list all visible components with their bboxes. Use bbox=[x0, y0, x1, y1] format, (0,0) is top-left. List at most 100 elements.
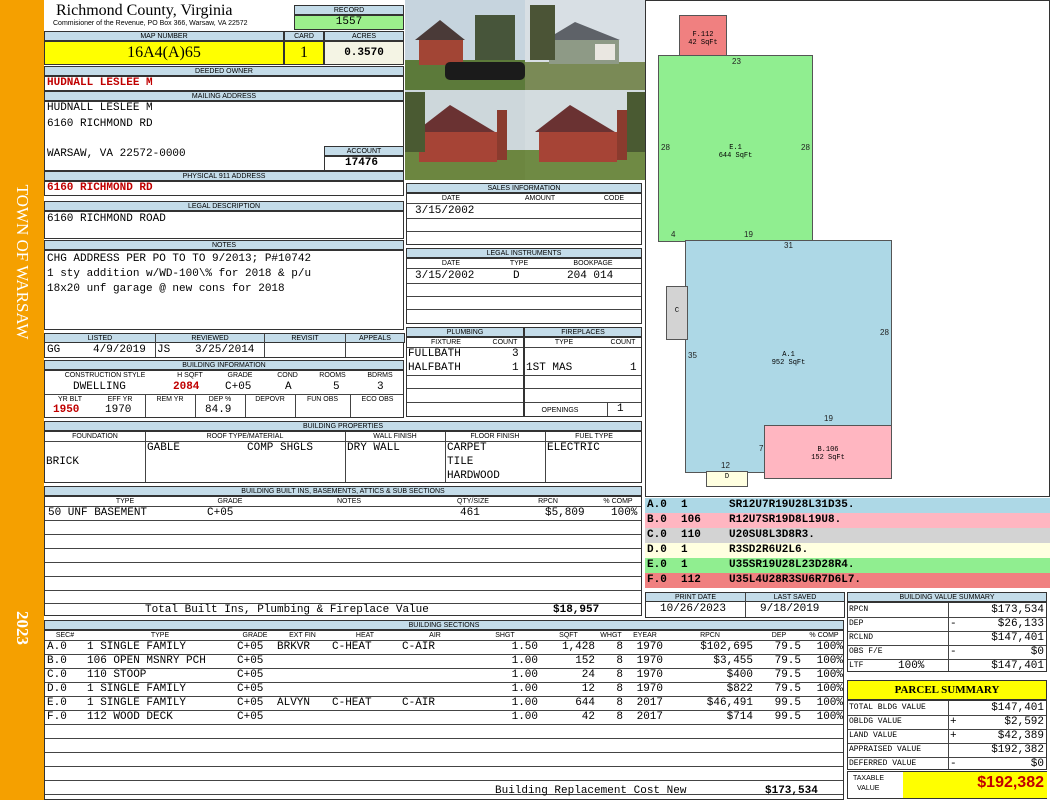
legend-count: 1 bbox=[681, 559, 688, 571]
roof-type: GABLE bbox=[147, 442, 181, 454]
legend-code: B.0 bbox=[647, 514, 667, 526]
taxable-value: $192,382 bbox=[977, 774, 1044, 791]
plumb-halfbath: HALFBATH bbox=[408, 362, 461, 374]
h-funobs: FUN OBS bbox=[306, 396, 339, 403]
sections-cell: D.0 bbox=[47, 683, 67, 695]
sections-cell: C-HEAT bbox=[332, 697, 372, 709]
parcel-value: $147,401 bbox=[991, 702, 1044, 714]
sections-cell: 110 STOOP bbox=[87, 669, 147, 681]
sections-col-header: AIR bbox=[429, 632, 441, 639]
sections-row-line bbox=[45, 752, 843, 753]
sketch-area: F.112 42 SqFt E.1 644 SqFt A.1 952 SqFt … bbox=[645, 0, 1050, 497]
listed-header: LISTED bbox=[44, 333, 156, 343]
legend-row: E.0 1 U35SR19U28L23D28R4. bbox=[645, 558, 1050, 574]
p911-header: PHYSICAL 911 ADDRESS bbox=[44, 171, 404, 181]
bvs-value: $147,401 bbox=[991, 632, 1044, 644]
instruments-grid: DATE TYPE BOOKPAGE 3/15/2002 D 204 014 bbox=[406, 258, 642, 324]
sections-cell: A.0 bbox=[47, 641, 67, 653]
parcel-summary-title: PARCEL SUMMARY bbox=[847, 680, 1047, 700]
parcel-value: $42,389 bbox=[997, 730, 1044, 742]
parcel-value: $2,592 bbox=[1004, 716, 1044, 728]
bvs-label: RPCN bbox=[849, 605, 869, 614]
revisit-header: REVISIT bbox=[264, 333, 346, 343]
sketch-f: F.112 42 SqFt bbox=[679, 15, 727, 57]
inst-h-book: BOOKPAGE bbox=[573, 260, 613, 267]
sections-cell: 100% bbox=[816, 711, 843, 723]
bi-comp: 100% bbox=[611, 507, 638, 519]
parcel-grid: TOTAL BLDG VALUE $147,401 OBLDG VALUE + $2,5… bbox=[847, 700, 1047, 770]
sketch-d: D bbox=[706, 471, 748, 487]
taxable-label-2: VALUE bbox=[857, 785, 880, 792]
sections-cell: 1.00 bbox=[511, 697, 538, 709]
sections-cell: 1.00 bbox=[511, 669, 538, 681]
sections-cell: 8 bbox=[616, 683, 623, 695]
print-date: 10/26/2023 bbox=[660, 603, 727, 615]
builtins-header: BUILDING BUILT INS, BASEMENTS, ATTICS & … bbox=[44, 486, 642, 496]
sketch-b: B.106 152 SqFt bbox=[764, 425, 892, 479]
sections-total: $173,534 bbox=[765, 785, 818, 797]
account-box: 17476 bbox=[324, 156, 404, 171]
sections-cell: 100% bbox=[816, 669, 843, 681]
acres-value: 0.3570 bbox=[324, 41, 404, 65]
bvs-grid: RPCN $173,534 DEP - $26,133 RCLND $147,401 OBS … bbox=[847, 602, 1047, 672]
builtins-total-label: Total Built Ins, Plumbing & Fireplace Va… bbox=[145, 604, 429, 616]
photo-front-right bbox=[525, 0, 645, 90]
wall-finish: DRY WALL bbox=[347, 442, 400, 454]
sections-cell: 100% bbox=[816, 641, 843, 653]
v-rooms: 5 bbox=[333, 381, 340, 393]
sales-h-amount: AMOUNT bbox=[524, 195, 556, 202]
plumb-fullbath: FULLBATH bbox=[408, 348, 461, 360]
sales-h-code: CODE bbox=[603, 195, 625, 202]
sections-cell: C+05 bbox=[237, 711, 264, 723]
floor-3: HARDWOOD bbox=[447, 470, 500, 482]
sections-row-line bbox=[45, 766, 843, 767]
bi-grade: C+05 bbox=[207, 507, 234, 519]
sections-cell: 79.5 bbox=[774, 641, 801, 653]
sections-cell: C+05 bbox=[237, 655, 264, 667]
h-grade: GRADE bbox=[227, 372, 253, 379]
v-cond: A bbox=[285, 381, 292, 393]
v-grade: C+05 bbox=[225, 381, 252, 393]
sections-col-header: % COMP bbox=[809, 632, 839, 639]
bi-h-qty: QTY/SIZE bbox=[457, 498, 489, 505]
sections-col-header: EYEAR bbox=[633, 632, 657, 639]
v-dep: 84.9 bbox=[205, 404, 232, 416]
record-value: 1557 bbox=[294, 15, 404, 30]
legend-desc: U20SU8L3D8R3. bbox=[729, 529, 815, 541]
notes-line-3: 18x20 unf garage @ new cons for 2018 bbox=[47, 283, 285, 295]
sections-cell: 1.00 bbox=[511, 683, 538, 695]
sections-cell: 1.00 bbox=[511, 655, 538, 667]
h-dep: DEP % bbox=[208, 396, 232, 403]
dim-31: 31 bbox=[784, 241, 793, 250]
openings-label: OPENINGS bbox=[541, 407, 579, 414]
parcel-label: APPRAISED VALUE bbox=[849, 745, 922, 754]
inst-date: 3/15/2002 bbox=[415, 270, 475, 282]
bvs-label: OBS F/E bbox=[849, 647, 883, 656]
props-h-fuel: FUEL TYPE bbox=[575, 433, 613, 440]
sections-row-line bbox=[45, 780, 843, 781]
legend-row: B.0 106 R12U7SR19D8L19U8. bbox=[645, 513, 1050, 529]
sections-cell: 106 OPEN MSNRY PCH bbox=[87, 655, 206, 667]
legend-desc: U35L4U28R3SU6R7D6L7. bbox=[729, 574, 862, 586]
sketch-e-area: 644 SqFt bbox=[718, 152, 753, 160]
sections-cell: 79.5 bbox=[774, 683, 801, 695]
bi-rpcn: $5,809 bbox=[545, 507, 585, 519]
inst-h-date: DATE bbox=[441, 260, 461, 267]
legend-desc: U35SR19U28L23D28R4. bbox=[729, 559, 855, 571]
sketch-d-code: D bbox=[724, 473, 730, 481]
v-yrblt: 1950 bbox=[53, 404, 80, 416]
bldg-info-header: BUILDING INFORMATION bbox=[44, 360, 404, 370]
bvs-divider bbox=[848, 631, 1046, 632]
sections-cell: 1970 bbox=[636, 669, 663, 681]
sections-col-header: GRADE bbox=[242, 632, 268, 639]
sales-h-date: DATE bbox=[441, 195, 461, 202]
p911-address: 6160 RICHMOND RD bbox=[47, 182, 153, 194]
p911-box: 6160 RICHMOND RD bbox=[44, 181, 404, 196]
floor-1: CARPET bbox=[447, 442, 487, 454]
sections-cell: 8 bbox=[616, 655, 623, 667]
bvs-header: BUILDING VALUE SUMMARY bbox=[847, 592, 1047, 602]
sections-cell: 12 bbox=[581, 683, 595, 695]
floor-2: TILE bbox=[447, 456, 474, 468]
fire-type: 1ST MAS bbox=[526, 362, 573, 374]
sections-cell: 8 bbox=[616, 669, 623, 681]
